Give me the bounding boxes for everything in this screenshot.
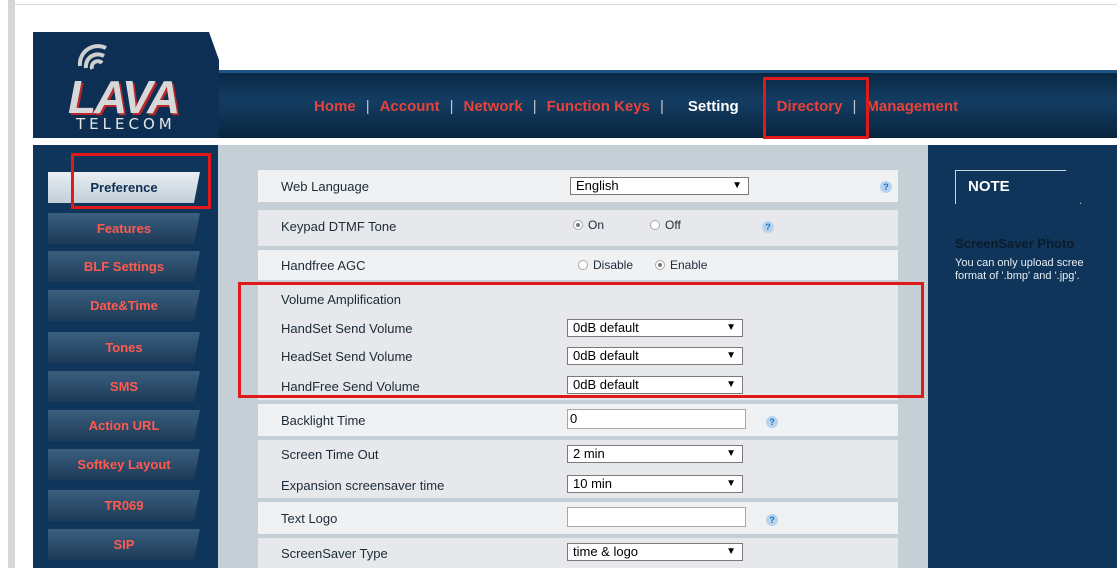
select-web-language-value: English (576, 178, 619, 193)
radio-dtmf-off-label: Off (665, 218, 681, 232)
radio-dot-icon (578, 260, 588, 270)
input-backlight-time[interactable]: 0 (567, 409, 746, 429)
radio-agc-disable[interactable]: Disable (578, 258, 633, 272)
nav-separator: | (365, 98, 370, 115)
radio-dtmf-off[interactable]: Off (650, 218, 681, 232)
radio-agc-enable-label: Enable (670, 258, 708, 272)
select-screen-time-out-value: 2 min (573, 446, 605, 461)
sidebar-item-date-time[interactable]: Date&Time (48, 290, 200, 321)
chevron-down-icon: ▼ (726, 448, 736, 459)
help-icon[interactable]: ? (766, 514, 778, 526)
note-title: ScreenSaver Photo (955, 236, 1075, 251)
input-text-logo[interactable] (567, 507, 746, 527)
nav-management[interactable]: Management (866, 98, 958, 115)
radio-dtmf-on-label: On (588, 218, 605, 232)
brand-subtitle: TELECOM (76, 115, 176, 133)
radio-dot-icon (655, 260, 665, 270)
chevron-down-icon: ▼ (726, 478, 736, 489)
note-line: format of '.bmp' and '.jpg'. (955, 270, 1080, 282)
label-text-logo: Text Logo (281, 511, 338, 526)
label-handfree-agc: Handfree AGC (281, 258, 366, 273)
label-backlight-time: Backlight Time (281, 413, 366, 428)
nav-separator: | (449, 98, 454, 115)
signal-waves-icon (77, 44, 107, 70)
sidebar-item-tr069[interactable]: TR069 (48, 490, 200, 521)
radio-agc-enable[interactable]: Enable (655, 258, 707, 272)
radio-agc-disable-label: Disable (593, 258, 634, 272)
label-screen-time-out: Screen Time Out (281, 447, 379, 462)
nav-home[interactable]: Home (314, 98, 356, 115)
select-web-language[interactable]: English ▼ (570, 177, 749, 195)
select-expansion-screensaver-time-value: 10 min (573, 476, 613, 491)
note-line: You can only upload scree (955, 257, 1084, 269)
label-web-language: Web Language (281, 179, 369, 194)
nav-function-keys[interactable]: Function Keys (547, 98, 650, 115)
highlight-setting-tab (763, 77, 869, 139)
chevron-down-icon: ▼ (732, 180, 742, 191)
nav-separator: | (532, 98, 537, 115)
sidebar-item-tones[interactable]: Tones (48, 332, 200, 363)
label-screensaver-type: ScreenSaver Type (281, 546, 388, 561)
highlight-volume-amplification (238, 282, 924, 398)
chevron-down-icon: ▼ (726, 546, 736, 557)
nav-account[interactable]: Account (380, 98, 440, 115)
select-expansion-screensaver-time[interactable]: 10 min ▼ (567, 475, 743, 493)
sidebar-item-softkey-layout[interactable]: Softkey Layout (48, 449, 200, 480)
radio-dot-icon (650, 220, 660, 230)
sidebar-item-features[interactable]: Features (48, 213, 200, 244)
select-screen-time-out[interactable]: 2 min ▼ (567, 445, 743, 463)
label-keypad-dtmf: Keypad DTMF Tone (281, 219, 397, 234)
help-icon[interactable]: ? (762, 221, 774, 233)
page-left-border (8, 0, 15, 568)
sidebar-item-sms[interactable]: SMS (48, 371, 200, 402)
select-screensaver-type-value: time & logo (573, 544, 639, 559)
highlight-preference (71, 153, 211, 209)
help-icon[interactable]: ? (766, 416, 778, 428)
nav-separator: | (659, 98, 664, 115)
page-top-border (15, 4, 1117, 5)
note-tab: NOTE (955, 170, 1081, 204)
sidebar-item-sip[interactable]: SIP (48, 529, 200, 560)
help-icon[interactable]: ? (880, 181, 892, 193)
nav-network[interactable]: Network (464, 98, 523, 115)
select-screensaver-type[interactable]: time & logo ▼ (567, 543, 743, 561)
label-expansion-screensaver-time: Expansion screensaver time (281, 478, 445, 493)
sidebar-item-action-url[interactable]: Action URL (48, 410, 200, 441)
note-panel (928, 145, 1117, 568)
sidebar-item-blf-settings[interactable]: BLF Settings (48, 251, 200, 282)
radio-dtmf-on[interactable]: On (573, 218, 604, 232)
nav-setting[interactable]: Setting (688, 98, 739, 115)
radio-dot-icon (573, 220, 583, 230)
